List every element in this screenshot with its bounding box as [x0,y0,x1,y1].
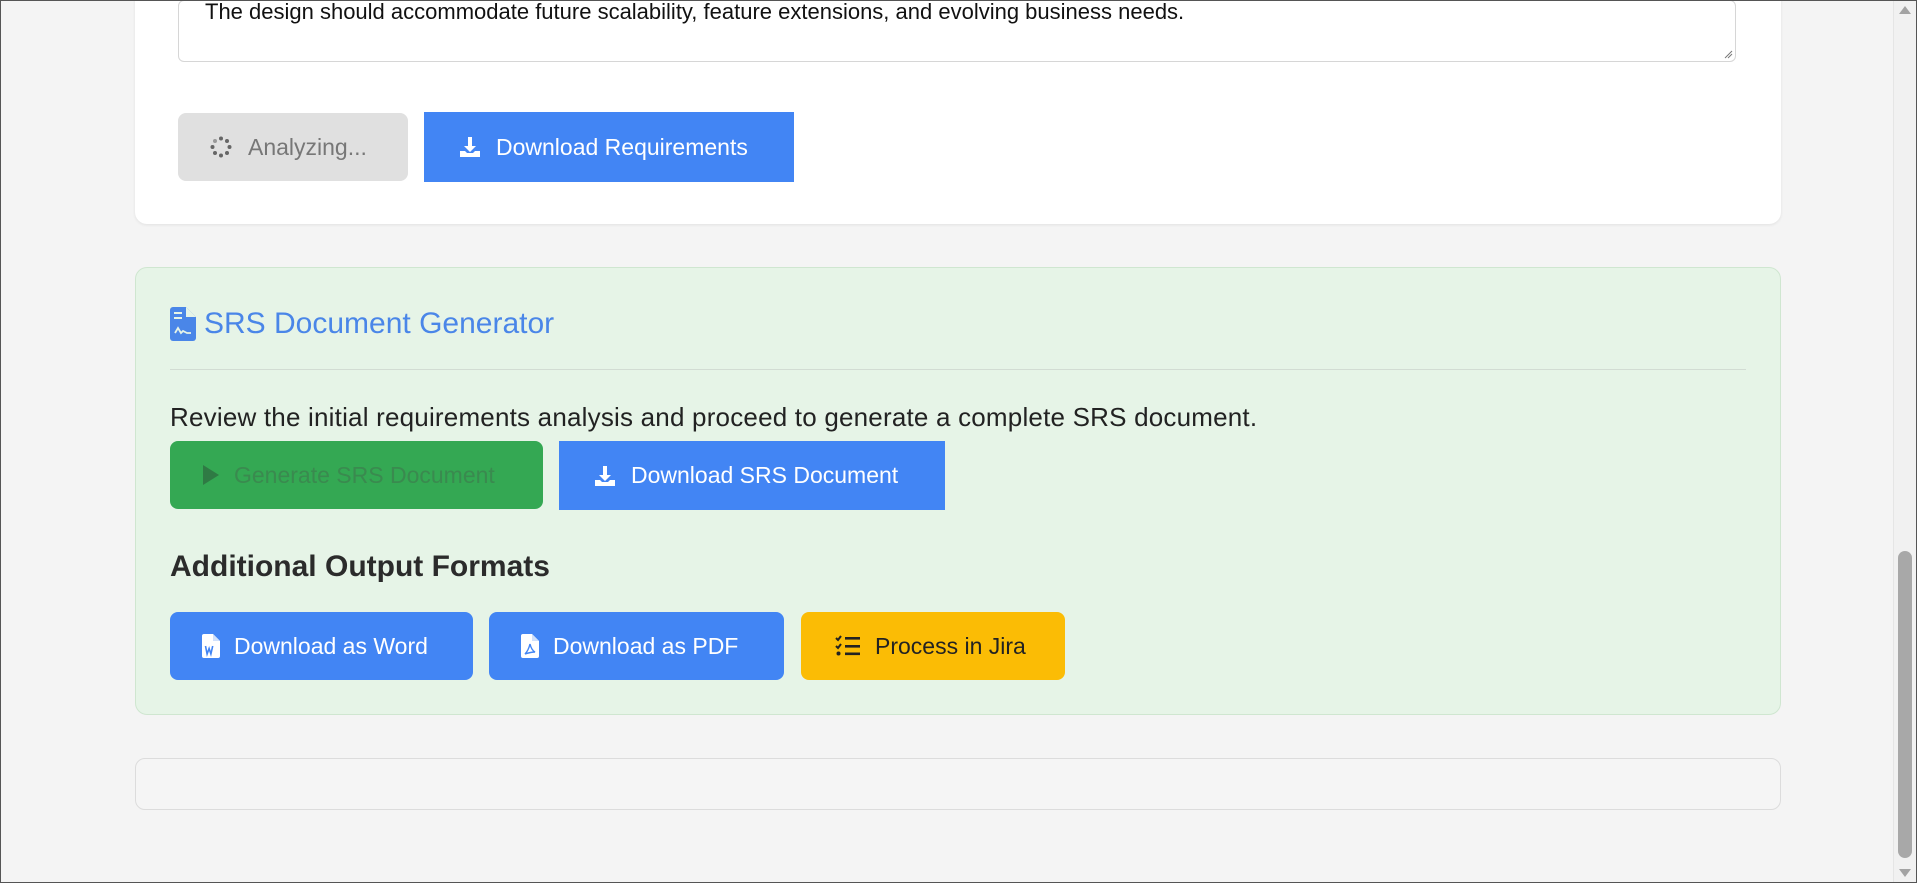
download-word-label: Download as Word [234,632,428,659]
requirements-textarea[interactable]: The design should accommodate future sca… [178,0,1736,62]
scroll-down-arrow-icon[interactable] [1899,869,1911,877]
srs-generator-card: SRS Document Generator Review the initia… [135,267,1781,715]
bottom-card [135,758,1781,810]
download-requirements-button[interactable]: Download Requirements [424,112,794,182]
download-pdf-button[interactable]: Download as PDF [489,612,784,680]
download-srs-label: Download SRS Document [631,462,899,488]
scrollbar-thumb[interactable] [1898,551,1912,858]
process-jira-label: Process in Jira [875,632,1026,659]
additional-formats-heading: Additional Output Formats [170,550,550,583]
download-requirements-label: Download Requirements [496,133,748,160]
srs-title-label: SRS Document Generator [204,307,555,340]
download-icon [460,137,480,157]
vertical-scrollbar[interactable] [1893,0,1917,883]
analyzing-label: Analyzing... [248,133,367,160]
file-contract-icon [170,307,196,341]
download-srs-button[interactable]: Download SRS Document [559,441,945,510]
srs-title: SRS Document Generator [170,307,554,341]
scroll-up-arrow-icon[interactable] [1899,6,1911,14]
analyzing-button[interactable]: Analyzing... [178,113,408,181]
srs-description: Review the initial requirements analysis… [170,402,1258,432]
tasks-icon [835,635,860,656]
spinner-icon [210,136,232,158]
download-pdf-label: Download as PDF [553,632,739,659]
requirements-card: The design should accommodate future sca… [135,0,1781,224]
play-icon [203,465,219,485]
download-icon [595,465,615,486]
file-word-icon [202,634,220,658]
resize-grip-icon[interactable] [1723,49,1733,59]
requirements-textarea-text: The design should accommodate future sca… [205,0,1185,24]
srs-divider [170,369,1746,370]
file-pdf-icon [521,634,539,658]
generate-srs-label: Generate SRS Document [234,461,495,488]
generate-srs-button[interactable]: Generate SRS Document [170,441,543,509]
process-jira-button[interactable]: Process in Jira [801,612,1065,680]
download-word-button[interactable]: Download as Word [170,612,473,680]
